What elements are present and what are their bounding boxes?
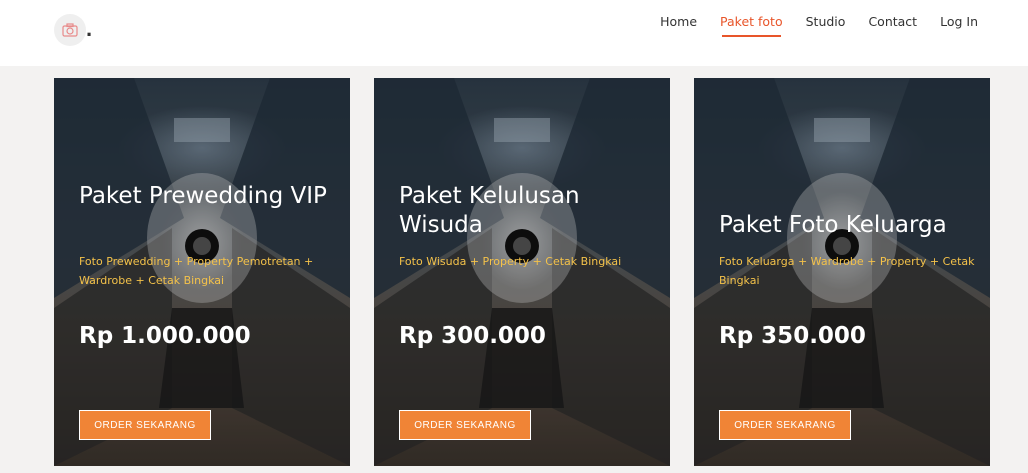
nav-home[interactable]: Home — [660, 14, 697, 35]
package-card-prewedding: Paket Prewedding VIP Foto Prewedding + P… — [54, 78, 350, 466]
logo[interactable] — [54, 14, 86, 46]
package-description: Foto Wisuda + Property + Cetak Bingkai — [399, 255, 622, 268]
package-price: Rp 300.000 — [399, 323, 546, 349]
main-nav: Home Paket foto Studio Contact Log In — [637, 14, 978, 37]
nav-paket-foto[interactable]: Paket foto — [720, 14, 783, 37]
order-button[interactable]: ORDER SEKARANG — [719, 410, 851, 440]
logo-text: . — [86, 16, 93, 41]
package-card-wisuda: Paket Kelulusan Wisuda Foto Wisuda + Pro… — [374, 78, 670, 466]
order-button[interactable]: ORDER SEKARANG — [79, 410, 211, 440]
package-title: Paket Kelulusan Wisuda — [399, 183, 580, 238]
package-title: Paket Prewedding VIP — [79, 183, 327, 209]
card-overlay — [374, 78, 670, 466]
nav-log-in[interactable]: Log In — [940, 14, 978, 35]
package-price: Rp 1.000.000 — [79, 323, 251, 349]
nav-contact[interactable]: Contact — [868, 14, 917, 35]
package-title: Paket Foto Keluarga — [719, 212, 947, 238]
package-card-keluarga: Paket Foto Keluarga Foto Keluarga + Ward… — [694, 78, 990, 466]
camera-icon — [62, 23, 78, 37]
package-price: Rp 350.000 — [719, 323, 866, 349]
nav-studio[interactable]: Studio — [806, 14, 846, 35]
package-description: Foto Prewedding + Property Pemotretan + … — [79, 255, 314, 287]
order-button[interactable]: ORDER SEKARANG — [399, 410, 531, 440]
site-header: . Home Paket foto Studio Contact Log In — [0, 0, 1028, 66]
package-description: Foto Keluarga + Wardrobe + Property + Ce… — [719, 255, 975, 287]
